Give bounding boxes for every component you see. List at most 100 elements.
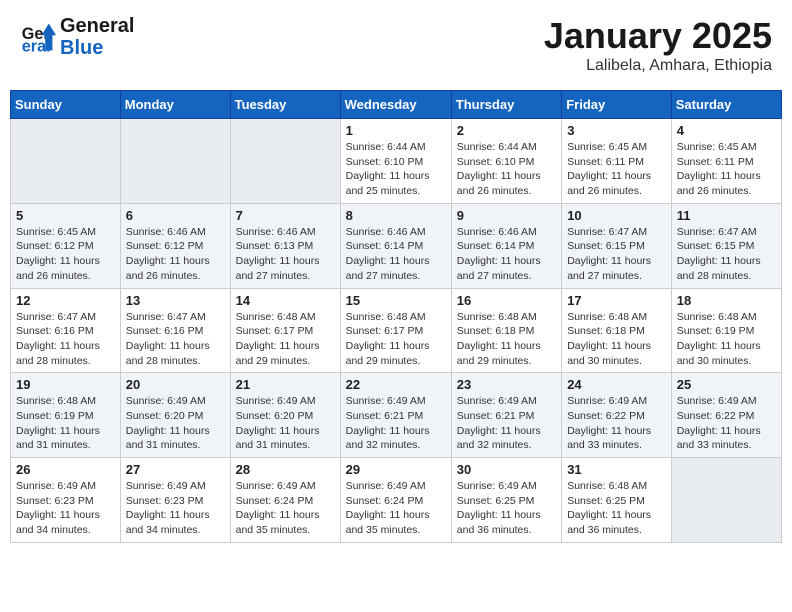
- day-number: 23: [457, 377, 556, 392]
- calendar-cell: 25 Sunrise: 6:49 AM Sunset: 6:22 PM Dayli…: [671, 373, 781, 458]
- day-info: Sunrise: 6:48 AM Sunset: 6:17 PM Dayligh…: [236, 310, 335, 369]
- calendar-cell: 2Sunrise: 6:44 AM Sunset: 6:10 PM Daylig…: [451, 119, 561, 204]
- day-info: Sunrise: 6:48 AM Sunset: 6:18 PM Dayligh…: [457, 310, 556, 369]
- calendar-week-2: 5 Sunrise: 6:45 AM Sunset: 6:12 PM Daylig…: [11, 203, 782, 288]
- location-title: Lalibela, Amhara, Ethiopia: [544, 57, 772, 75]
- calendar-cell: 10Sunrise: 6:47 AM Sunset: 6:15 PM Dayli…: [562, 203, 672, 288]
- title-block: January 2025 Lalibela, Amhara, Ethiopia: [544, 15, 772, 75]
- day-info: Sunrise: 6:47 AM Sunset: 6:16 PM Dayligh…: [16, 310, 115, 369]
- day-info: Sunrise: 6:49 AM Sunset: 6:21 PM Dayligh…: [346, 394, 446, 453]
- weekday-header-thursday: Thursday: [451, 91, 561, 119]
- calendar-cell: 20 Sunrise: 6:49 AM Sunset: 6:20 PM Dayli…: [120, 373, 230, 458]
- weekday-header-saturday: Saturday: [671, 91, 781, 119]
- calendar-cell: 7 Sunrise: 6:46 AM Sunset: 6:13 PM Daylig…: [230, 203, 340, 288]
- calendar-cell: 31 Sunrise: 6:48 AM Sunset: 6:25 PM Dayli…: [562, 458, 672, 543]
- day-info: Sunrise: 6:46 AM Sunset: 6:13 PM Dayligh…: [236, 225, 335, 284]
- day-info: Sunrise: 6:47 AM Sunset: 6:15 PM Dayligh…: [677, 225, 776, 284]
- calendar-cell: 30Sunrise: 6:49 AM Sunset: 6:25 PM Dayli…: [451, 458, 561, 543]
- day-info: Sunrise: 6:49 AM Sunset: 6:22 PM Dayligh…: [567, 394, 666, 453]
- day-info: Sunrise: 6:48 AM Sunset: 6:18 PM Dayligh…: [567, 310, 666, 369]
- day-info: Sunrise: 6:49 AM Sunset: 6:24 PM Dayligh…: [236, 479, 335, 538]
- weekday-header-sunday: Sunday: [11, 91, 121, 119]
- day-info: Sunrise: 6:45 AM Sunset: 6:11 PM Dayligh…: [567, 140, 666, 199]
- day-number: 21: [236, 377, 335, 392]
- calendar-cell: 19 Sunrise: 6:48 AM Sunset: 6:19 PM Dayli…: [11, 373, 121, 458]
- day-info: Sunrise: 6:47 AM Sunset: 6:15 PM Dayligh…: [567, 225, 666, 284]
- weekday-header-monday: Monday: [120, 91, 230, 119]
- day-number: 28: [236, 462, 335, 477]
- calendar-cell: 17 Sunrise: 6:48 AM Sunset: 6:18 PM Dayli…: [562, 288, 672, 373]
- day-number: 4: [677, 123, 776, 138]
- calendar-cell: 28 Sunrise: 6:49 AM Sunset: 6:24 PM Dayli…: [230, 458, 340, 543]
- logo-text-general: General: [60, 15, 134, 37]
- calendar-cell: 1 Sunrise: 6:44 AM Sunset: 6:10 PM Daylig…: [340, 119, 451, 204]
- day-info: Sunrise: 6:49 AM Sunset: 6:22 PM Dayligh…: [677, 394, 776, 453]
- logo: Gen eral General Blue: [20, 15, 134, 59]
- day-number: 18: [677, 293, 776, 308]
- day-number: 25: [677, 377, 776, 392]
- page-header: Gen eral General Blue January 2025 Lalib…: [10, 10, 782, 80]
- calendar-cell: 27 Sunrise: 6:49 AM Sunset: 6:23 PM Dayli…: [120, 458, 230, 543]
- calendar-cell: [230, 119, 340, 204]
- calendar-cell: 14 Sunrise: 6:48 AM Sunset: 6:17 PM Dayli…: [230, 288, 340, 373]
- calendar-cell: 24 Sunrise: 6:49 AM Sunset: 6:22 PM Dayli…: [562, 373, 672, 458]
- calendar-cell: 11 Sunrise: 6:47 AM Sunset: 6:15 PM Dayli…: [671, 203, 781, 288]
- calendar-cell: 16Sunrise: 6:48 AM Sunset: 6:18 PM Dayli…: [451, 288, 561, 373]
- day-info: Sunrise: 6:47 AM Sunset: 6:16 PM Dayligh…: [126, 310, 225, 369]
- day-number: 29: [346, 462, 446, 477]
- calendar-cell: 3 Sunrise: 6:45 AM Sunset: 6:11 PM Daylig…: [562, 119, 672, 204]
- day-info: Sunrise: 6:49 AM Sunset: 6:24 PM Dayligh…: [346, 479, 446, 538]
- day-number: 17: [567, 293, 666, 308]
- calendar-week-5: 26Sunrise: 6:49 AM Sunset: 6:23 PM Dayli…: [11, 458, 782, 543]
- logo-icon: Gen eral: [20, 19, 56, 55]
- month-title: January 2025: [544, 15, 772, 57]
- day-number: 12: [16, 293, 115, 308]
- calendar-cell: 21Sunrise: 6:49 AM Sunset: 6:20 PM Dayli…: [230, 373, 340, 458]
- day-number: 6: [126, 208, 225, 223]
- day-info: Sunrise: 6:49 AM Sunset: 6:25 PM Dayligh…: [457, 479, 556, 538]
- day-info: Sunrise: 6:49 AM Sunset: 6:23 PM Dayligh…: [126, 479, 225, 538]
- calendar-cell: 15Sunrise: 6:48 AM Sunset: 6:17 PM Dayli…: [340, 288, 451, 373]
- calendar-cell: 5 Sunrise: 6:45 AM Sunset: 6:12 PM Daylig…: [11, 203, 121, 288]
- day-number: 8: [346, 208, 446, 223]
- day-info: Sunrise: 6:45 AM Sunset: 6:12 PM Dayligh…: [16, 225, 115, 284]
- day-number: 22: [346, 377, 446, 392]
- day-number: 3: [567, 123, 666, 138]
- day-number: 11: [677, 208, 776, 223]
- day-number: 5: [16, 208, 115, 223]
- day-number: 24: [567, 377, 666, 392]
- day-info: Sunrise: 6:46 AM Sunset: 6:12 PM Dayligh…: [126, 225, 225, 284]
- calendar-cell: 18 Sunrise: 6:48 AM Sunset: 6:19 PM Dayli…: [671, 288, 781, 373]
- day-info: Sunrise: 6:49 AM Sunset: 6:20 PM Dayligh…: [126, 394, 225, 453]
- weekday-header-wednesday: Wednesday: [340, 91, 451, 119]
- day-number: 19: [16, 377, 115, 392]
- calendar-table: SundayMondayTuesdayWednesdayThursdayFrid…: [10, 90, 782, 543]
- day-number: 20: [126, 377, 225, 392]
- day-number: 14: [236, 293, 335, 308]
- calendar-cell: [11, 119, 121, 204]
- day-info: Sunrise: 6:48 AM Sunset: 6:19 PM Dayligh…: [16, 394, 115, 453]
- calendar-cell: 29 Sunrise: 6:49 AM Sunset: 6:24 PM Dayli…: [340, 458, 451, 543]
- calendar-cell: 23 Sunrise: 6:49 AM Sunset: 6:21 PM Dayli…: [451, 373, 561, 458]
- day-info: Sunrise: 6:48 AM Sunset: 6:19 PM Dayligh…: [677, 310, 776, 369]
- logo-text-blue: Blue: [60, 37, 134, 59]
- calendar-week-3: 12 Sunrise: 6:47 AM Sunset: 6:16 PM Dayli…: [11, 288, 782, 373]
- weekday-header-friday: Friday: [562, 91, 672, 119]
- day-number: 9: [457, 208, 556, 223]
- calendar-cell: 13Sunrise: 6:47 AM Sunset: 6:16 PM Dayli…: [120, 288, 230, 373]
- day-info: Sunrise: 6:49 AM Sunset: 6:21 PM Dayligh…: [457, 394, 556, 453]
- day-number: 1: [346, 123, 446, 138]
- day-number: 7: [236, 208, 335, 223]
- day-info: Sunrise: 6:44 AM Sunset: 6:10 PM Dayligh…: [457, 140, 556, 199]
- calendar-cell: 26Sunrise: 6:49 AM Sunset: 6:23 PM Dayli…: [11, 458, 121, 543]
- day-info: Sunrise: 6:44 AM Sunset: 6:10 PM Dayligh…: [346, 140, 446, 199]
- weekday-header-row: SundayMondayTuesdayWednesdayThursdayFrid…: [11, 91, 782, 119]
- day-info: Sunrise: 6:48 AM Sunset: 6:25 PM Dayligh…: [567, 479, 666, 538]
- calendar-cell: 8Sunrise: 6:46 AM Sunset: 6:14 PM Daylig…: [340, 203, 451, 288]
- calendar-cell: 6 Sunrise: 6:46 AM Sunset: 6:12 PM Daylig…: [120, 203, 230, 288]
- calendar-cell: 12 Sunrise: 6:47 AM Sunset: 6:16 PM Dayli…: [11, 288, 121, 373]
- calendar-cell: [120, 119, 230, 204]
- calendar-cell: [671, 458, 781, 543]
- day-number: 31: [567, 462, 666, 477]
- day-number: 27: [126, 462, 225, 477]
